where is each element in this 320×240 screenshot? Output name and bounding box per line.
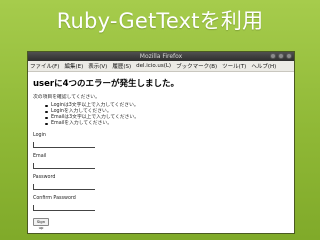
menu-view[interactable]: 表示(V) <box>88 62 107 70</box>
menu-edit[interactable]: 編集(E) <box>64 62 83 70</box>
menu-delicious[interactable]: del.icio.us(L) <box>136 63 171 69</box>
confirm-password-field[interactable] <box>33 205 95 211</box>
menu-tools[interactable]: ツール(T) <box>222 62 246 70</box>
login-field[interactable] <box>33 142 95 148</box>
menu-help[interactable]: ヘルプ(H) <box>251 62 276 70</box>
menu-bar: ファイル(F) 編集(E) 表示(V) 履歴(S) del.icio.us(L)… <box>28 61 294 72</box>
menu-file[interactable]: ファイル(F) <box>30 62 59 70</box>
password-field[interactable] <box>33 184 95 190</box>
maximize-button[interactable] <box>278 53 284 59</box>
slide-title: Ruby-GetTextを利用 <box>56 9 264 33</box>
error-list: Loginは3文字以上で入力してください。 Loginを入力してください。 Em… <box>33 103 289 127</box>
minimize-button[interactable] <box>270 53 276 59</box>
window-controls <box>270 53 292 59</box>
sign-up-button[interactable]: Sign up <box>33 218 49 230</box>
confirm-password-label: Confirm Password <box>33 196 76 201</box>
password-label: Password <box>33 175 56 180</box>
login-label: Login <box>33 133 46 138</box>
menu-history[interactable]: 履歴(S) <box>112 62 131 70</box>
close-button[interactable] <box>286 53 292 59</box>
email-label: Email <box>33 154 47 159</box>
page-content: userに4つのエラーが発生しました。 次の項目を確認してください。 Login… <box>28 72 294 230</box>
error-heading: userに4つのエラーが発生しました。 <box>33 79 179 89</box>
window-title: Mozilla Firefox <box>139 53 183 60</box>
error-item: Emailを入力してください。 <box>45 121 289 127</box>
browser-window: Mozilla Firefox ファイル(F) 編集(E) 表示(V) 履歴(S… <box>27 51 295 234</box>
menu-bookmarks[interactable]: ブックマーク(B) <box>176 62 217 70</box>
error-subtitle: 次の項目を確認してください。 <box>33 95 100 100</box>
window-titlebar: Mozilla Firefox <box>28 52 294 61</box>
email-field[interactable] <box>33 163 95 169</box>
